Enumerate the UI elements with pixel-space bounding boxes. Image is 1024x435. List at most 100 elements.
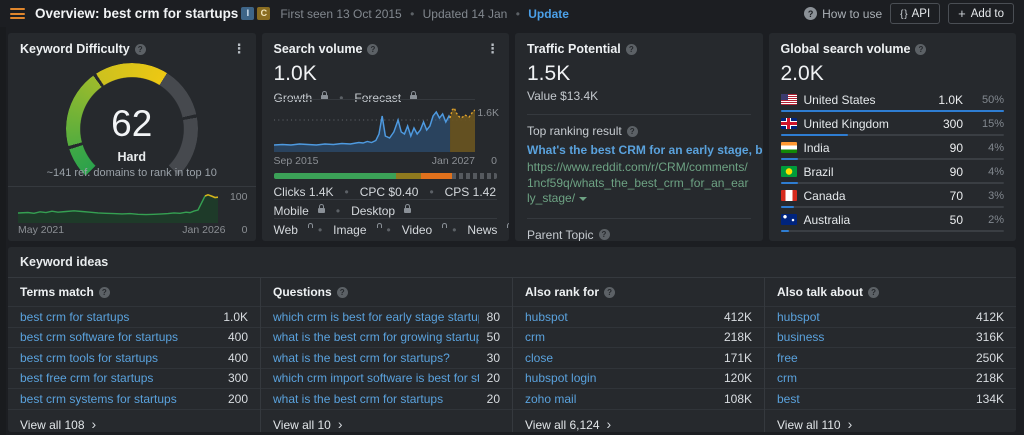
keyword-link[interactable]: free [777, 351, 798, 365]
api-button-label: API [911, 7, 931, 20]
search-volume-panel: Search volume 1.0K Growth • Forecast 1.6… [261, 33, 509, 241]
view-all-link[interactable]: View all 110 [765, 410, 1016, 433]
dot-separator: • [410, 6, 415, 21]
keyword-link[interactable]: crm [525, 330, 545, 344]
help-icon[interactable] [98, 286, 110, 298]
video-label[interactable]: Video [402, 223, 432, 237]
axis-label-top: 1.6K [477, 107, 499, 119]
keyword-row: best crm systems for startups 200 [8, 389, 260, 410]
caret-down-icon[interactable] [579, 197, 588, 202]
keyword-link[interactable]: hubspot login [525, 371, 596, 385]
lock-icon [317, 203, 325, 213]
keyword-link[interactable]: what is the best crm for startups? [273, 351, 450, 365]
keyword-row: which crm is best for early stage startu… [261, 307, 512, 328]
country-item[interactable]: United States 1.0K 50% [780, 90, 1004, 112]
help-icon[interactable] [626, 125, 638, 137]
keyword-row: crm 218K [765, 369, 1016, 389]
country-item[interactable]: Brazil 90 4% [780, 162, 1004, 184]
clicks-segment-paid [396, 173, 421, 179]
keyword-row: close 171K [513, 348, 764, 369]
panel-title: Traffic Potential [527, 42, 621, 56]
help-icon[interactable] [134, 43, 146, 55]
help-icon[interactable] [336, 286, 348, 298]
country-name: United States [803, 92, 876, 107]
keyword-link[interactable]: which crm is best for early stage startu… [273, 310, 479, 324]
mobile-label[interactable]: Mobile [274, 204, 309, 218]
keyword-link[interactable]: what is the best crm for growing startup… [273, 330, 479, 344]
more-options-icon[interactable] [233, 44, 246, 54]
how-to-use-link[interactable]: How to use [804, 7, 882, 21]
country-item[interactable]: Australia 50 2% [780, 210, 1004, 232]
keyword-link[interactable]: what is the best crm for startups [273, 392, 443, 406]
keyword-link[interactable]: best crm software for startups [20, 330, 178, 344]
difficulty-score: 62 [111, 103, 153, 144]
keyword-volume: 1.0K [223, 309, 248, 324]
keyword-link[interactable]: best crm systems for startups [20, 392, 177, 406]
image-label[interactable]: Image [333, 223, 366, 237]
chevron-right-icon [848, 418, 853, 432]
country-volume: 90 [949, 140, 963, 155]
keyword-link[interactable]: zoho mail [525, 392, 576, 406]
search-volume-chart [273, 106, 476, 152]
keyword-column: Also rank for hubspot 412K crm 218K close 171K… [512, 278, 764, 432]
keyword-ideas-grid: Terms matchbest crm for startups1.0Kbest… [8, 278, 1016, 432]
keyword-link[interactable]: best crm for startups [20, 310, 129, 324]
keyword-volume: 400 [227, 350, 248, 365]
view-all-link[interactable]: View all 108 [8, 410, 260, 433]
top-result-url-link[interactable]: https://www.reddit.com/r/CRM/comments/1n… [515, 157, 763, 207]
help-icon[interactable] [868, 286, 880, 298]
keyword-row: which crm import software is best for st… [261, 369, 512, 389]
more-options-icon[interactable] [486, 44, 499, 54]
add-to-button[interactable]: Add to [948, 3, 1014, 24]
keyword-link[interactable]: close [525, 351, 553, 365]
news-label[interactable]: News [467, 223, 497, 237]
chevron-right-icon [92, 418, 97, 432]
keyword-volume: 412K [975, 309, 1004, 324]
add-to-button-label: Add to [970, 7, 1004, 20]
difficulty-description: ~141 ref. domains to rank in top 10 [46, 167, 217, 179]
dot-separator: • [429, 185, 434, 199]
keyword-row: best 134K [765, 389, 1016, 410]
country-name: United Kingdom [803, 116, 889, 131]
keyword-volume: 250K [975, 350, 1004, 365]
hamburger-menu-icon[interactable] [10, 8, 25, 19]
api-button[interactable]: API [890, 3, 941, 24]
keyword-volume: 30 [486, 350, 500, 365]
keyword-link[interactable]: which crm import software is best for st… [273, 371, 479, 385]
keyword-volume: 412K [723, 309, 752, 324]
keyword-link[interactable]: business [777, 330, 824, 344]
keyword-link[interactable]: best crm tools for startups [20, 351, 158, 365]
intent-badge-commercial[interactable]: C [257, 7, 271, 20]
view-all-link[interactable]: View all 6,124 [513, 410, 764, 433]
help-icon[interactable] [915, 43, 927, 55]
keyword-link[interactable]: best free crm for startups [20, 371, 153, 385]
country-list: United States 1.0K 50% United Kingdom 300 15%… [769, 86, 1017, 232]
keyword-link[interactable]: crm [777, 371, 797, 385]
country-item[interactable]: India 90 4% [780, 138, 1004, 160]
keyword-volume: 80 [486, 309, 500, 324]
lock-icon [404, 203, 412, 213]
keyword-link[interactable]: best [777, 392, 800, 406]
keyword-link[interactable]: hubspot [777, 310, 820, 324]
update-link[interactable]: Update [528, 7, 569, 21]
panel-title: Keyword Difficulty [20, 42, 130, 56]
traffic-potential-value: 1.5K [527, 62, 571, 85]
device-breakdown: Mobile • Desktop [274, 203, 498, 218]
country-percent: 3% [988, 189, 1004, 202]
intent-badge-informational[interactable]: I [241, 7, 255, 20]
view-all-link[interactable]: View all 10 [261, 410, 512, 433]
desktop-label[interactable]: Desktop [351, 204, 395, 218]
top-result-title-link[interactable]: What's the best CRM for an early stage, … [515, 138, 763, 157]
country-percent: 50% [981, 93, 1004, 106]
web-label[interactable]: Web [274, 223, 298, 237]
keyword-link[interactable]: hubspot [525, 310, 568, 324]
help-icon[interactable] [598, 229, 610, 241]
country-item[interactable]: United Kingdom 300 15% [780, 114, 1004, 136]
help-icon[interactable] [367, 43, 379, 55]
keyword-volume: 218K [975, 371, 1004, 386]
help-icon[interactable] [625, 43, 637, 55]
help-icon[interactable] [604, 286, 616, 298]
country-item[interactable]: Canada 70 3% [780, 186, 1004, 208]
how-to-use-label: How to use [822, 6, 883, 21]
keyword-volume: 200 [227, 391, 248, 406]
